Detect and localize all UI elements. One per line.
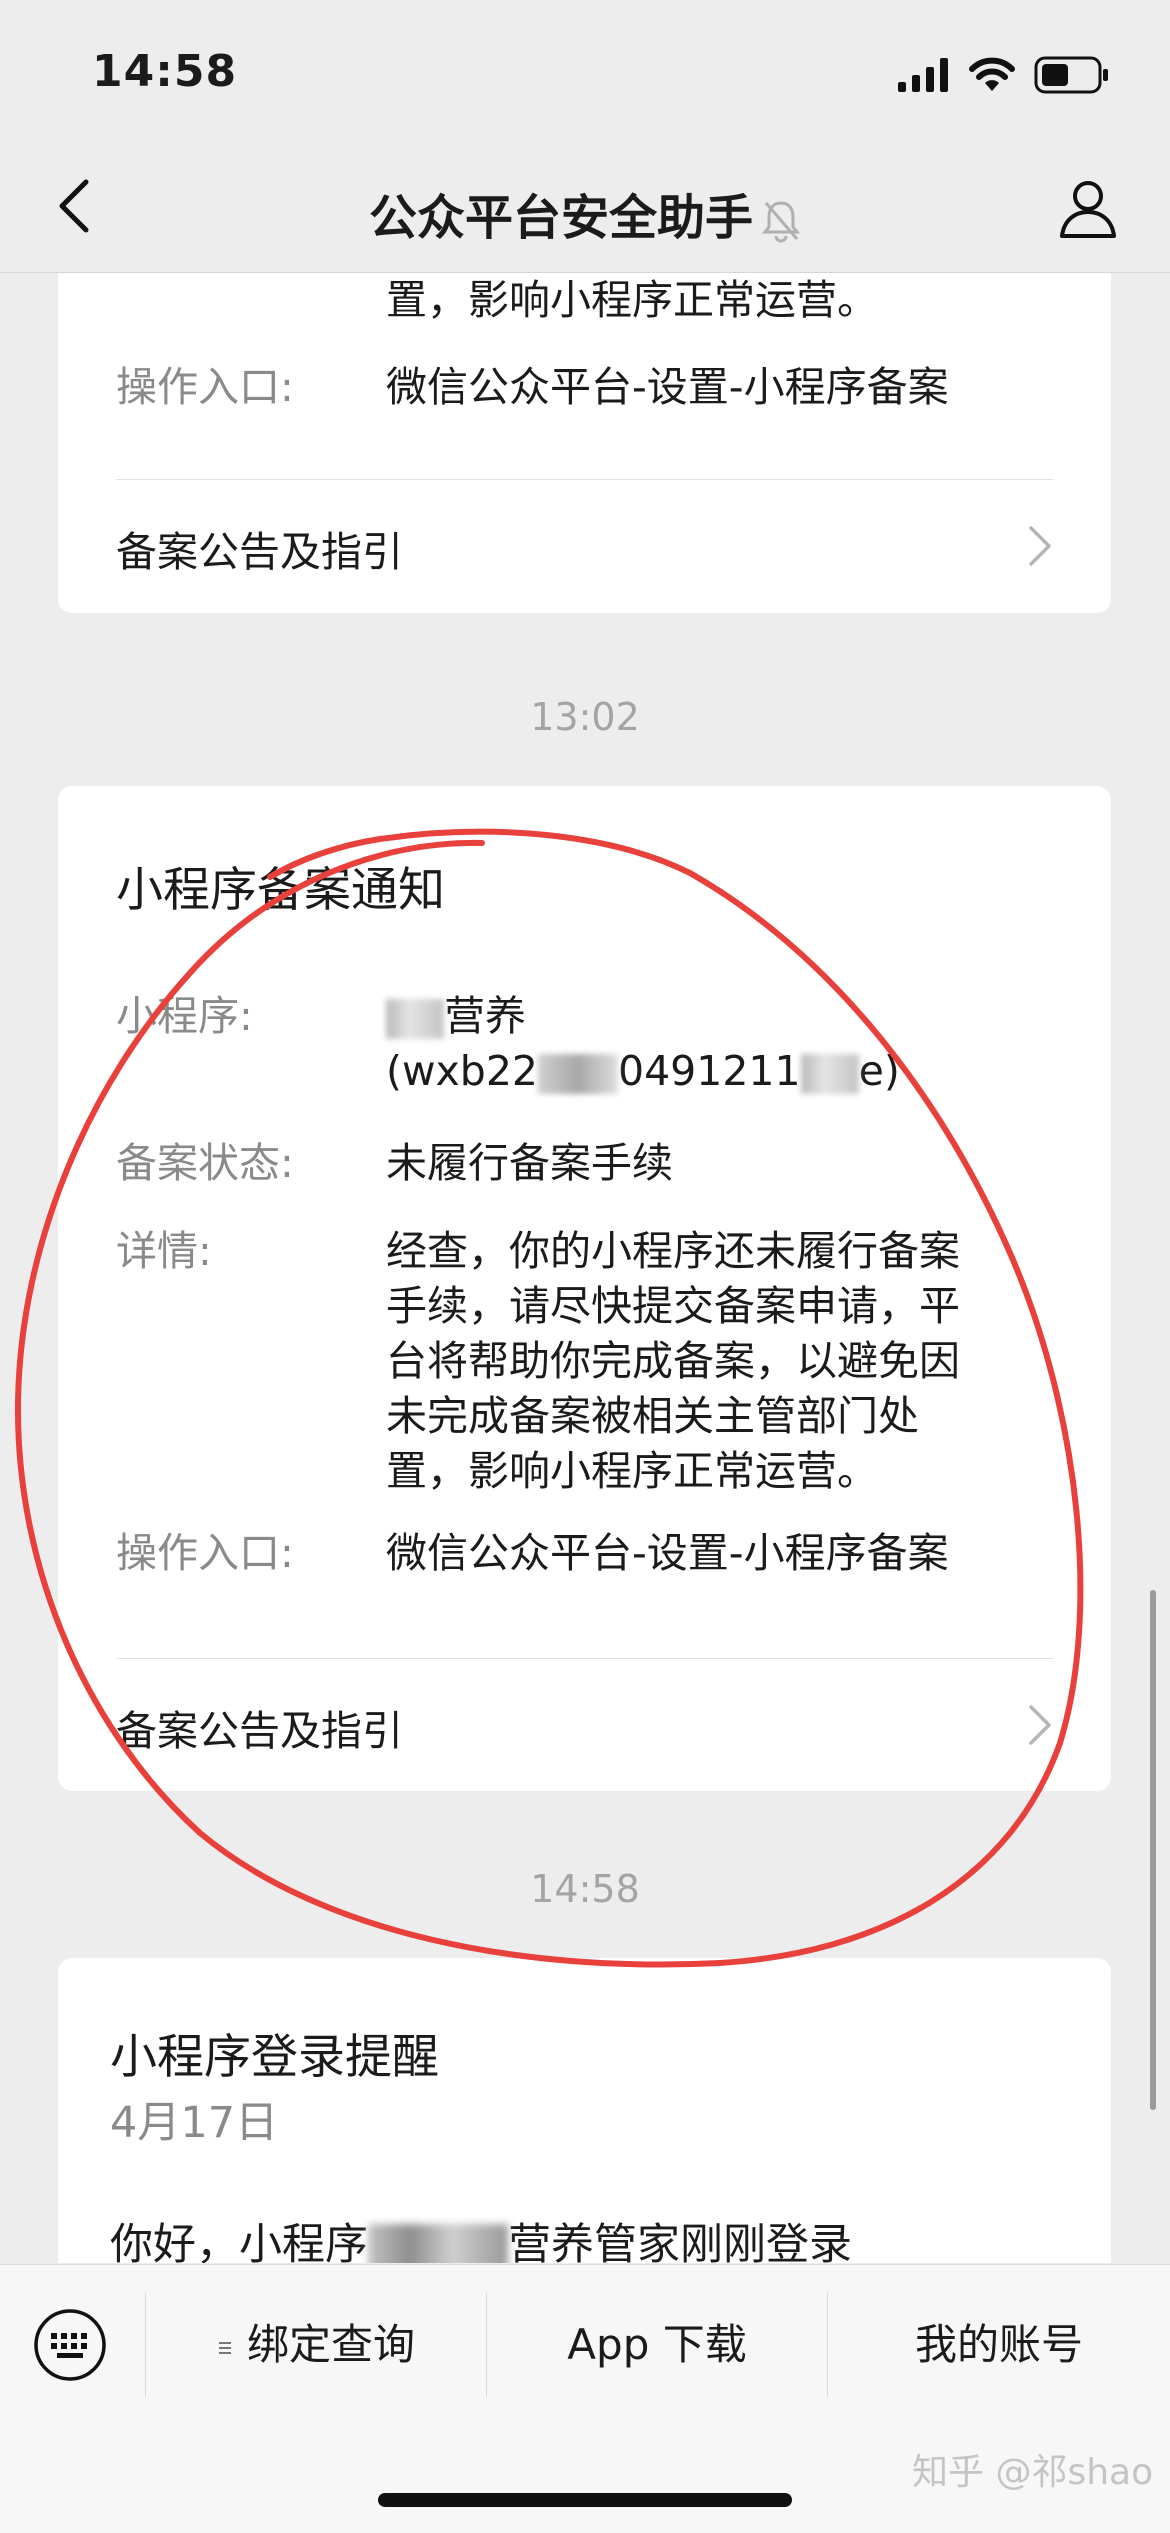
nav-bar: 公众平台安全助手 — [0, 140, 1170, 273]
wifi-icon — [969, 57, 1015, 91]
message-feed[interactable]: 置，影响小程序正常运营。 操作入口: 微信公众平台-设置-小程序备案 备案公告及… — [0, 273, 1170, 2263]
card-title: 小程序登录提醒 — [110, 2030, 439, 2085]
detail-line: 手续，请尽快提交备案申请，平 — [386, 1282, 960, 1330]
status-time: 14:58 — [92, 46, 238, 97]
notice-card-previous: 置，影响小程序正常运营。 操作入口: 微信公众平台-设置-小程序备案 备案公告及… — [58, 273, 1111, 613]
keyboard-icon[interactable] — [32, 2307, 108, 2383]
detail-label: 详情: — [116, 1227, 212, 1275]
menu-item-my-account[interactable]: 我的账号 — [828, 2265, 1170, 2425]
menu-item-app-download[interactable]: App 下载 — [487, 2265, 827, 2425]
bottom-menu-bar: 绑定查询 App 下载 我的账号 知乎 @祁shao — [0, 2264, 1170, 2533]
redacted-name — [368, 2223, 508, 2263]
entry-label: 操作入口: — [116, 363, 294, 411]
status-icons — [898, 52, 1110, 98]
card-title: 小程序备案通知 — [116, 863, 445, 918]
menu-item-label: 绑定查询 — [246, 2320, 415, 2369]
mini-program-id-suffix: e) — [858, 1047, 900, 1095]
detail-line: 置，影响小程序正常运营。 — [386, 1447, 878, 1495]
login-body: 你好，小程序 营养管家刚刚登录 — [110, 2210, 852, 2263]
person-icon[interactable] — [1056, 176, 1120, 240]
entry-label: 操作入口: — [116, 1529, 294, 1577]
redacted-id-tail — [800, 1054, 859, 1094]
time-separator: 13:02 — [530, 695, 640, 739]
detail-line: 经查，你的小程序还未履行备案 — [386, 1227, 960, 1275]
card-date: 4月17日 — [110, 2098, 279, 2148]
redacted-name — [386, 999, 444, 1039]
chat-title: 公众平台安全助手 — [0, 178, 1170, 248]
menu-item-binding-query[interactable]: 绑定查询 — [146, 2265, 486, 2425]
chevron-right-icon — [1029, 526, 1051, 566]
guide-link-row[interactable]: 备案公告及指引 — [58, 1659, 1111, 1791]
watermark: 知乎 @祁shao — [912, 2452, 1154, 2493]
guide-link-label: 备案公告及指引 — [116, 1707, 403, 1755]
detail-line: 未完成备案被相关主管部门处 — [386, 1392, 919, 1440]
guide-link-label: 备案公告及指引 — [116, 528, 403, 576]
menu-item-label: App 下载 — [567, 2320, 747, 2369]
mini-program-id-prefix: (wxb22 — [386, 1047, 538, 1095]
chevron-right-icon — [1029, 1705, 1051, 1745]
menu-item-label: 我的账号 — [914, 2320, 1083, 2369]
detail-line: 台将帮助你完成备案，以避免因 — [386, 1337, 960, 1385]
detail-tail-text: 置，影响小程序正常运营。 — [386, 276, 878, 324]
entry-value: 微信公众平台-设置-小程序备案 — [386, 1529, 949, 1577]
detail-text: 经查，你的小程序还未履行备案 手续，请尽快提交备案申请，平 台将帮助你完成备案，… — [386, 1224, 1066, 1499]
guide-link-row[interactable]: 备案公告及指引 — [58, 480, 1111, 612]
login-reminder-card[interactable]: 小程序登录提醒 4月17日 你好，小程序 营养管家刚刚登录 — [58, 1958, 1111, 2263]
status-label: 备案状态: — [116, 1139, 294, 1187]
mini-program-label: 小程序: — [116, 992, 253, 1040]
notice-card-filing: 小程序备案通知 小程序: 营养 (wxb22 0491211 e) 备案状态: 未履… — [58, 786, 1111, 1791]
scrollbar-thumb[interactable] — [1150, 1590, 1156, 2110]
login-body-prefix: 你好，小程序 — [110, 2220, 368, 2263]
time-separator: 14:58 — [530, 1867, 640, 1911]
mini-program-name-suffix: 营养 — [444, 992, 526, 1040]
chat-title-text: 公众平台安全助手 — [368, 190, 753, 246]
bell-muted-icon — [761, 201, 801, 243]
battery-icon — [1034, 56, 1108, 94]
mini-program-id-mid: 0491211 — [618, 1047, 801, 1095]
signal-icon — [898, 58, 948, 92]
status-value: 未履行备案手续 — [386, 1139, 673, 1187]
login-body-suffix: 营养管家刚刚登录 — [508, 2220, 852, 2263]
redacted-id — [538, 1054, 618, 1094]
status-bar: 14:58 — [0, 0, 1170, 140]
mini-program-value: 营养 (wxb22 0491211 e) — [386, 989, 1066, 1099]
entry-value: 微信公众平台-设置-小程序备案 — [386, 363, 949, 411]
menu-lines-icon — [218, 2341, 231, 2354]
home-indicator — [378, 2493, 792, 2507]
